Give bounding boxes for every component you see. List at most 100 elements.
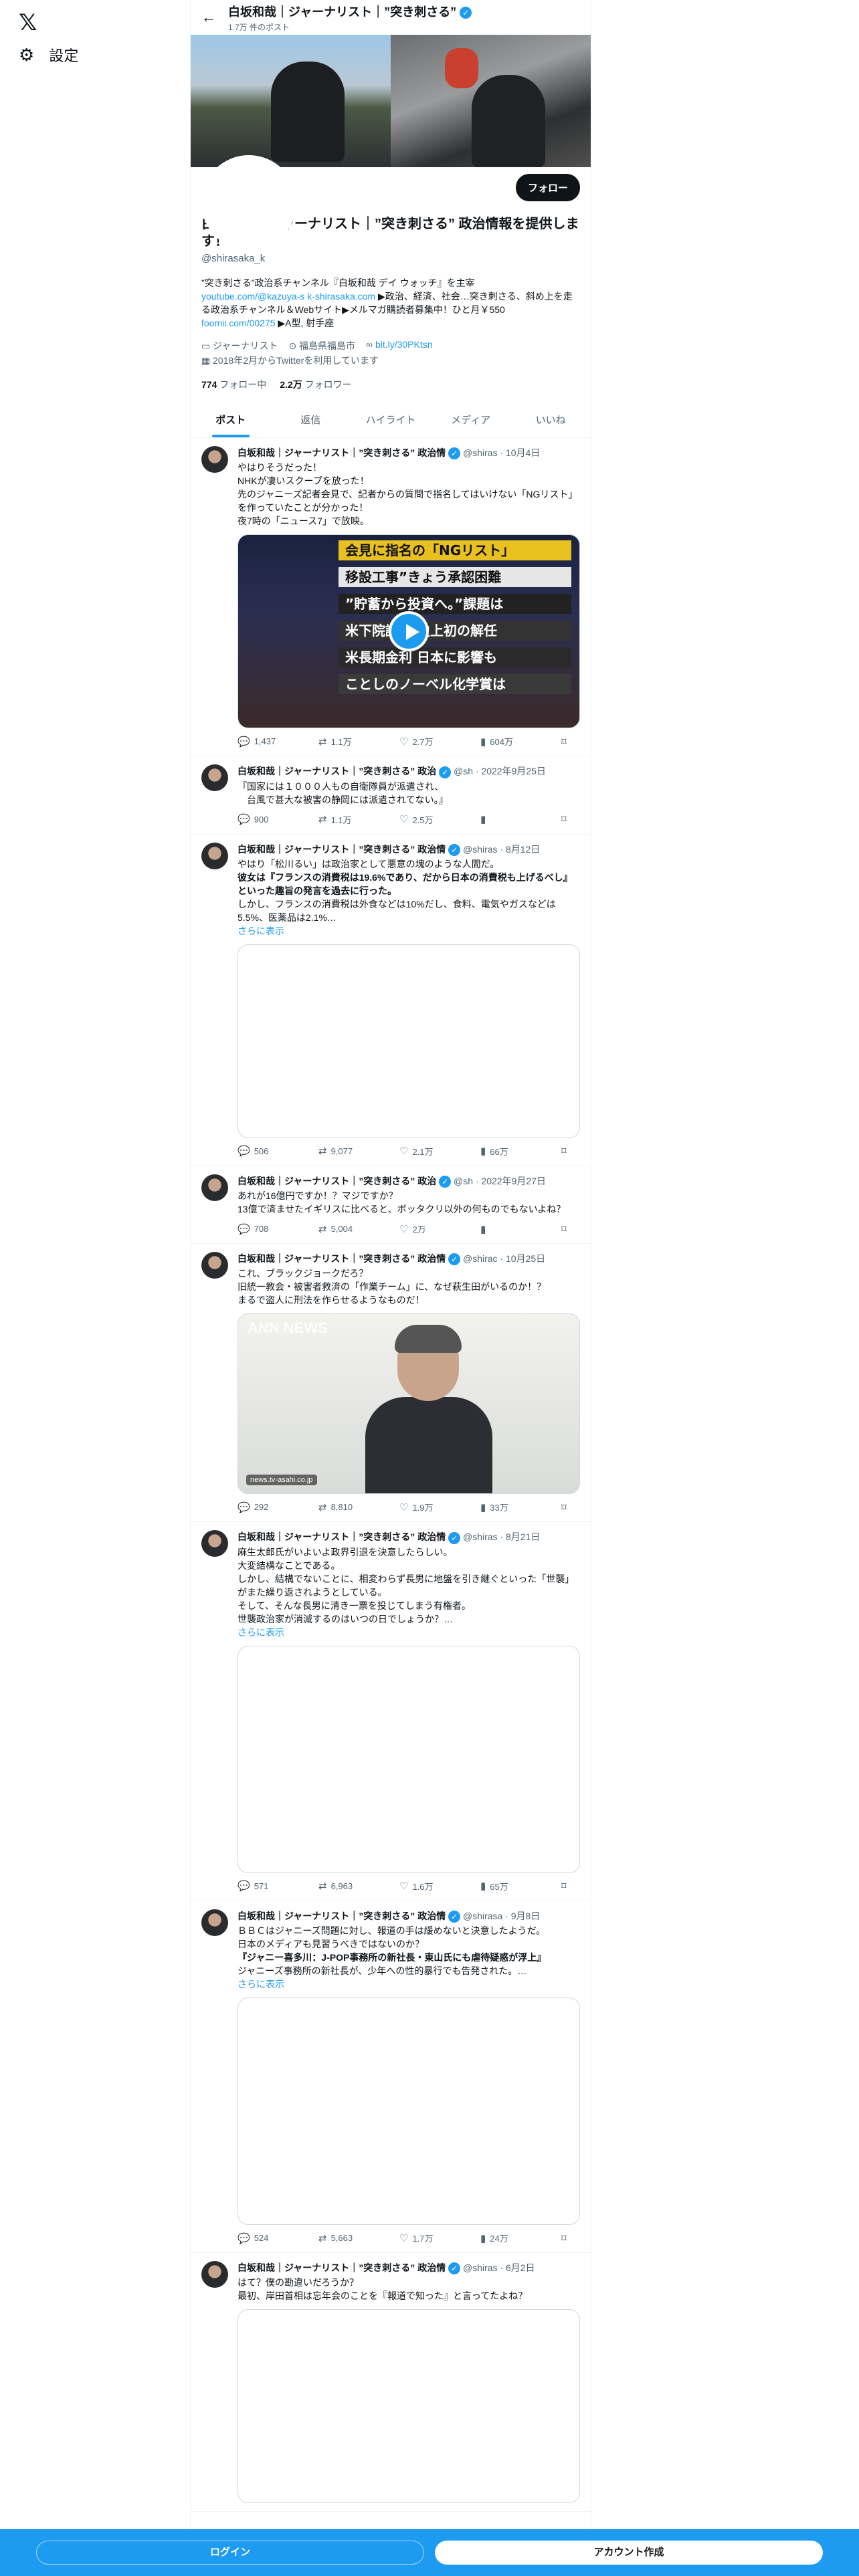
repost-button[interactable]: ⇄ 5,663 — [318, 2232, 379, 2244]
bio-link-website[interactable]: k-shirasaka.com — [307, 291, 375, 302]
views-button[interactable]: ▮ 66万 — [480, 1145, 541, 1158]
like-button[interactable]: ♡ 1.9万 — [399, 1501, 460, 1513]
tweet-text: これ、ブラックジョークだろ？ 旧統一教会・被害者救済の「作業チーム」に、なぜ萩生田… — [237, 1268, 547, 1306]
tab-replies[interactable]: 返信 — [271, 403, 351, 437]
tweet-avatar[interactable] — [201, 1174, 228, 1201]
repost-button[interactable]: ⇄ 6,963 — [318, 1880, 379, 1893]
tweet-media-placeholder[interactable] — [237, 1998, 580, 2226]
views-button[interactable]: ▮ — [480, 813, 541, 826]
reply-button[interactable]: 💬 708 — [237, 1222, 298, 1235]
bookmark-button[interactable]: ⌑ — [561, 1222, 575, 1235]
repost-button[interactable]: ⇄ 5,004 — [318, 1222, 379, 1235]
verified-icon: ✓ — [448, 1531, 461, 1544]
views-button[interactable]: ▮ 65万 — [480, 1880, 541, 1893]
briefcase-icon: ▭ — [201, 340, 211, 351]
like-button[interactable]: ♡ 2万 — [399, 1222, 460, 1235]
like-button[interactable]: ♡ 1.7万 — [399, 2232, 460, 2244]
tweet-avatar[interactable] — [201, 2261, 228, 2288]
tweet[interactable]: 白坂和哉｜ジャーナリスト｜”突き刺さる” 政治情 ✓ @shiras · 8月2… — [191, 1522, 591, 1901]
bookmark-button[interactable]: ⌑ — [561, 735, 575, 748]
profile-banner[interactable] — [191, 35, 591, 250]
repost-button[interactable]: ⇄ 1.1万 — [318, 813, 379, 826]
bookmark-button[interactable]: ⌑ — [561, 1501, 575, 1513]
tweet-avatar[interactable] — [201, 1530, 228, 1558]
play-icon[interactable] — [389, 611, 429, 652]
tweet[interactable]: 白坂和哉｜ジャーナリスト｜”突き刺さる” 政治 ✓ @sh · 2022年9月2… — [191, 1166, 591, 1245]
repost-button[interactable]: ⇄ 1.1万 — [318, 735, 379, 748]
tweet[interactable]: 白坂和哉｜ジャーナリスト｜”突き刺さる” 政治情 ✓ @shiras · 10月… — [191, 438, 591, 757]
views-button[interactable]: ▮ 33万 — [480, 1501, 541, 1513]
bookmark-button[interactable]: ⌑ — [561, 1145, 575, 1158]
tweet-media-placeholder[interactable] — [237, 1645, 580, 1873]
tweet-text: ＢＢＣはジャニーズ問題に対し、報道の手は緩めないと決意したようだ。 日本のメディア… — [237, 1924, 580, 1991]
settings-link[interactable]: ⚙ 設定 — [19, 44, 78, 66]
reply-button[interactable]: 💬 292 — [237, 1501, 298, 1513]
profile-avatar[interactable] — [201, 155, 296, 250]
bookmark-button[interactable]: ⌑ — [561, 1880, 575, 1893]
tab-media[interactable]: メディア — [431, 403, 511, 437]
views-button[interactable]: ▮ 24万 — [480, 2232, 541, 2244]
verified-icon: ✓ — [448, 447, 461, 460]
like-button[interactable]: ♡ 1.6万 — [399, 1880, 460, 1893]
tab-highlights[interactable]: ハイライト — [351, 403, 431, 437]
follow-button[interactable]: フォロー — [515, 173, 580, 201]
back-arrow-icon[interactable]: ← — [201, 9, 228, 26]
show-more-link[interactable]: さらに表示 — [237, 924, 580, 938]
tweet[interactable]: 白坂和哉｜ジャーナリスト｜”突き刺さる” 政治 ✓ @sh · 2022年9月2… — [191, 756, 591, 835]
tweet[interactable]: 白坂和哉｜ジャーナリスト｜”突き刺さる” 政治情 ✓ @shiras · 6月2… — [191, 2253, 591, 2512]
tweet-avatar[interactable] — [201, 764, 228, 792]
tweet-actions: 💬 524 ⇄ 5,663 ♡ 1.7万 ▮ 24万 ⌑ — [237, 2232, 580, 2244]
x-logo-icon[interactable]: 𝕏 — [19, 9, 37, 36]
heart-icon: ♡ — [399, 1501, 409, 1513]
views-button[interactable]: ▮ — [480, 1222, 541, 1235]
verified-icon: ✓ — [460, 6, 472, 19]
repost-button[interactable]: ⇄ 9,077 — [318, 1145, 379, 1158]
website-link[interactable]: bit.ly/30PKtsn — [375, 339, 433, 350]
like-button[interactable]: ♡ 2.5万 — [399, 813, 460, 826]
tweet[interactable]: 白坂和哉｜ジャーナリスト｜”突き刺さる” 政治情 ✓ @shiras · 8月1… — [191, 835, 591, 1166]
tweet-text: はて？僕の勘違いだろうか？ 最初、岸田首相は忘年会のことを『報道で知った』と言って… — [237, 2277, 528, 2302]
bookmark-icon: ⌑ — [561, 1501, 567, 1513]
following-link[interactable]: 774 フォロー中 — [201, 378, 266, 391]
bookmark-button[interactable]: ⌑ — [561, 2232, 575, 2244]
heart-icon: ♡ — [399, 2232, 409, 2244]
tweet[interactable]: 白坂和哉｜ジャーナリスト｜”突き刺さる” 政治情 ✓ @shirac · 10月… — [191, 1244, 591, 1523]
repost-icon: ⇄ — [318, 1881, 327, 1893]
views-icon: ▮ — [480, 2232, 486, 2244]
tweet-video[interactable]: 会見に指名の「NGリスト」 移設工事”きょう承認困難 ”貯蓄から投資へ。”課題は… — [237, 534, 580, 729]
show-more-link[interactable]: さらに表示 — [237, 1626, 580, 1639]
tweet-image[interactable]: ANN NEWS news.tv-asahi.co.jp — [237, 1313, 580, 1495]
reply-button[interactable]: 💬 1,437 — [237, 735, 298, 748]
verified-icon: ✓ — [448, 1911, 461, 1923]
repost-button[interactable]: ⇄ 8,810 — [318, 1501, 379, 1513]
bookmark-icon: ⌑ — [561, 2232, 567, 2244]
bio-link-youtube[interactable]: youtube.com/@kazuya-s — [201, 291, 304, 302]
like-button[interactable]: ♡ 2.7万 — [399, 735, 460, 748]
tweet-header: 白坂和哉｜ジャーナリスト｜”突き刺さる” 政治情 ✓ @shirasa · 9月… — [237, 1910, 541, 1923]
tweet-avatar[interactable] — [201, 446, 228, 473]
tweet-text: 『国家には１０００人もの自衛隊員が派遣され、 台風で甚大な被害の静岡には派遣され… — [237, 780, 448, 805]
reply-button[interactable]: 💬 571 — [237, 1880, 298, 1893]
show-more-link[interactable]: さらに表示 — [237, 1977, 580, 1991]
bio-link-foomii[interactable]: foomii.com/00275 — [201, 318, 276, 328]
login-button[interactable]: ログイン — [36, 2541, 424, 2565]
tweet-media-placeholder[interactable] — [237, 2309, 580, 2504]
reply-button[interactable]: 💬 506 — [237, 1145, 298, 1158]
reply-button[interactable]: 💬 900 — [237, 813, 298, 826]
tweet-media-placeholder[interactable] — [237, 944, 580, 1138]
bookmark-button[interactable]: ⌑ — [561, 813, 575, 826]
post-count: 1.7万 件のポスト — [228, 22, 290, 32]
views-button[interactable]: ▮ 604万 — [480, 735, 541, 748]
like-button[interactable]: ♡ 2.1万 — [399, 1145, 460, 1158]
tab-posts[interactable]: ポスト — [191, 403, 271, 437]
tweet[interactable]: 白坂和哉｜ジャーナリスト｜”突き刺さる” 政治情 ✓ @shirasa · 9月… — [191, 1901, 591, 2254]
followers-link[interactable]: 2.2万 フォロワー — [280, 378, 351, 391]
reply-button[interactable]: 💬 524 — [237, 2232, 298, 2244]
news-caption: 移設工事”きょう承認困難 — [339, 567, 571, 588]
views-icon: ▮ — [480, 1223, 486, 1235]
signup-button[interactable]: アカウント作成 — [435, 2541, 823, 2565]
tweet-avatar[interactable] — [201, 842, 228, 869]
tweet-avatar[interactable] — [201, 1252, 228, 1279]
tweet-avatar[interactable] — [201, 1909, 228, 1936]
tab-likes[interactable]: いいね — [510, 403, 591, 437]
